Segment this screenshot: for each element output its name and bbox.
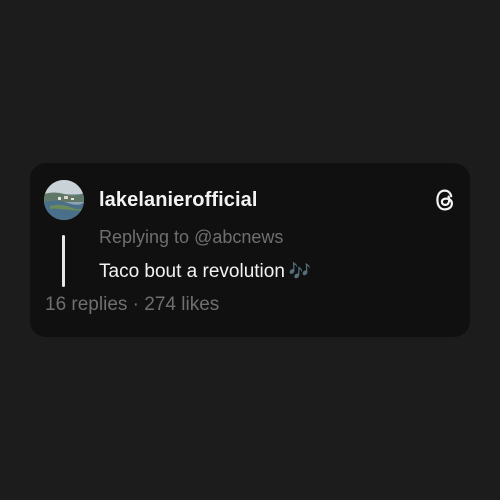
threads-icon[interactable] xyxy=(432,187,458,213)
lake-aerial-avatar-icon xyxy=(44,180,84,220)
reply-prefix: Replying to xyxy=(99,227,190,247)
post-body: Taco bout a revolution xyxy=(99,261,285,282)
likes-count-link[interactable]: 274 likes xyxy=(144,294,219,315)
reply-handle-link[interactable]: @abcnews xyxy=(194,227,283,247)
stats-separator: · xyxy=(127,294,145,315)
post-stats: 16 replies · 274 likes xyxy=(45,294,219,316)
replying-to-label: Replying to @abcnews xyxy=(99,227,283,248)
post-text: Taco bout a revolution 🎶 xyxy=(99,261,311,283)
musical-notes-icon: 🎶 xyxy=(288,261,312,281)
replies-count-link[interactable]: 16 replies xyxy=(45,294,127,315)
username[interactable]: lakelanierofficial xyxy=(99,189,258,212)
thread-line xyxy=(62,235,65,287)
avatar[interactable] xyxy=(44,180,84,220)
threads-post-card[interactable]: lakelanierofficial Replying to @abcnews … xyxy=(30,163,470,337)
